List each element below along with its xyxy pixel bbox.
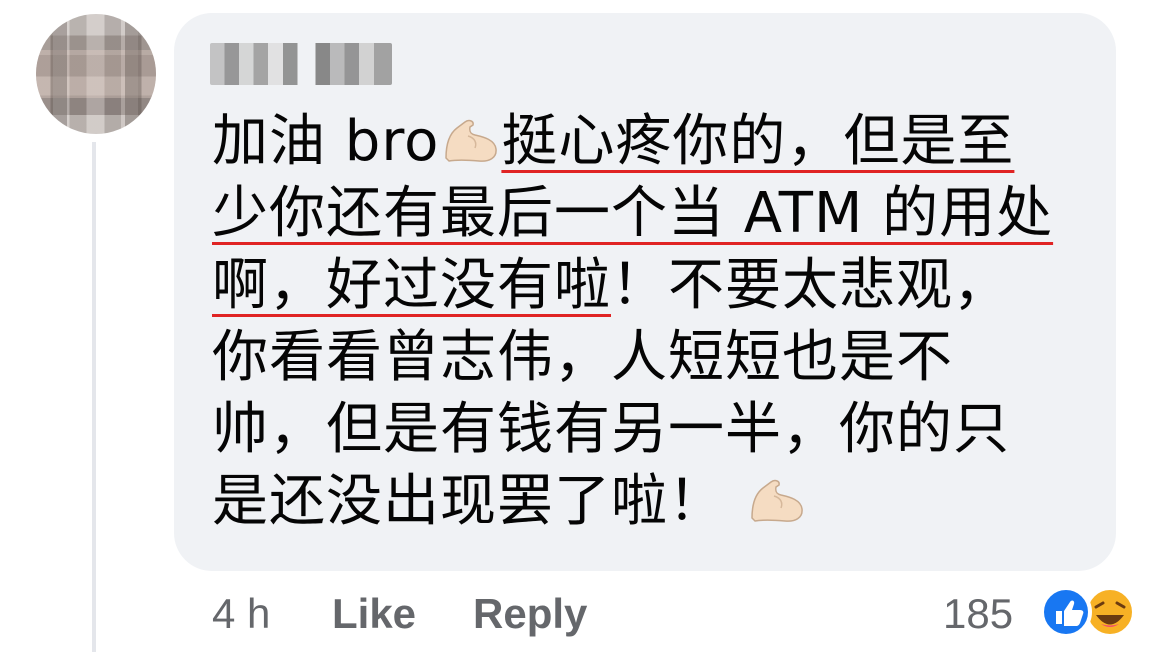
commenter-name-blurred[interactable]: [210, 43, 392, 85]
comment-line-3: 啊，好过没有啦！不要太悲观，: [212, 250, 1092, 322]
comment-timestamp[interactable]: 4 h: [212, 590, 270, 638]
comment-line-6-pre: 是还没出现罢了啦！: [212, 469, 725, 534]
reaction-icons[interactable]: [1038, 584, 1138, 640]
comment-line-4-pre: 你看看曾志伟，人短短也是不: [212, 325, 953, 390]
comment-line-2-underlined: 少你还有最后一个当 ATM 的用处: [212, 181, 1054, 246]
reaction-count[interactable]: 185: [943, 590, 1013, 638]
flexed-biceps-icon: [745, 472, 807, 524]
comment-line-3-post: ！不要太悲观，: [611, 253, 1010, 318]
comment-line-3-underlined: 啊，好过没有啦: [212, 253, 611, 318]
comment-line-5-pre: 帅，但是有钱有另一半，你的只: [212, 397, 1010, 462]
comment-line-6: 是还没出现罢了啦！: [212, 466, 1092, 538]
haha-reaction-icon: [1084, 586, 1136, 638]
like-reaction-icon: [1040, 586, 1092, 638]
comment-line-2: 少你还有最后一个当 ATM 的用处: [212, 178, 1092, 250]
flexed-biceps-icon: [439, 112, 501, 164]
commenter-avatar[interactable]: [36, 14, 156, 134]
like-button[interactable]: Like: [332, 590, 416, 638]
comment-line-5: 帅，但是有钱有另一半，你的只: [212, 394, 1092, 466]
comment-line-4: 你看看曾志伟，人短短也是不: [212, 322, 1092, 394]
comment-line-1-pre: 加油 bro: [212, 109, 440, 174]
reply-button[interactable]: Reply: [473, 590, 587, 638]
comment-text: 加油 bro 挺心疼你的，但是至 少你还有最后一个当 ATM 的用处 啊，好过没…: [212, 106, 1092, 556]
comment-line-1-underlined: 挺心疼你的，但是至: [501, 109, 1015, 174]
comment-line-1: 加油 bro 挺心疼你的，但是至: [212, 106, 1092, 178]
thread-connector-line: [92, 142, 96, 652]
